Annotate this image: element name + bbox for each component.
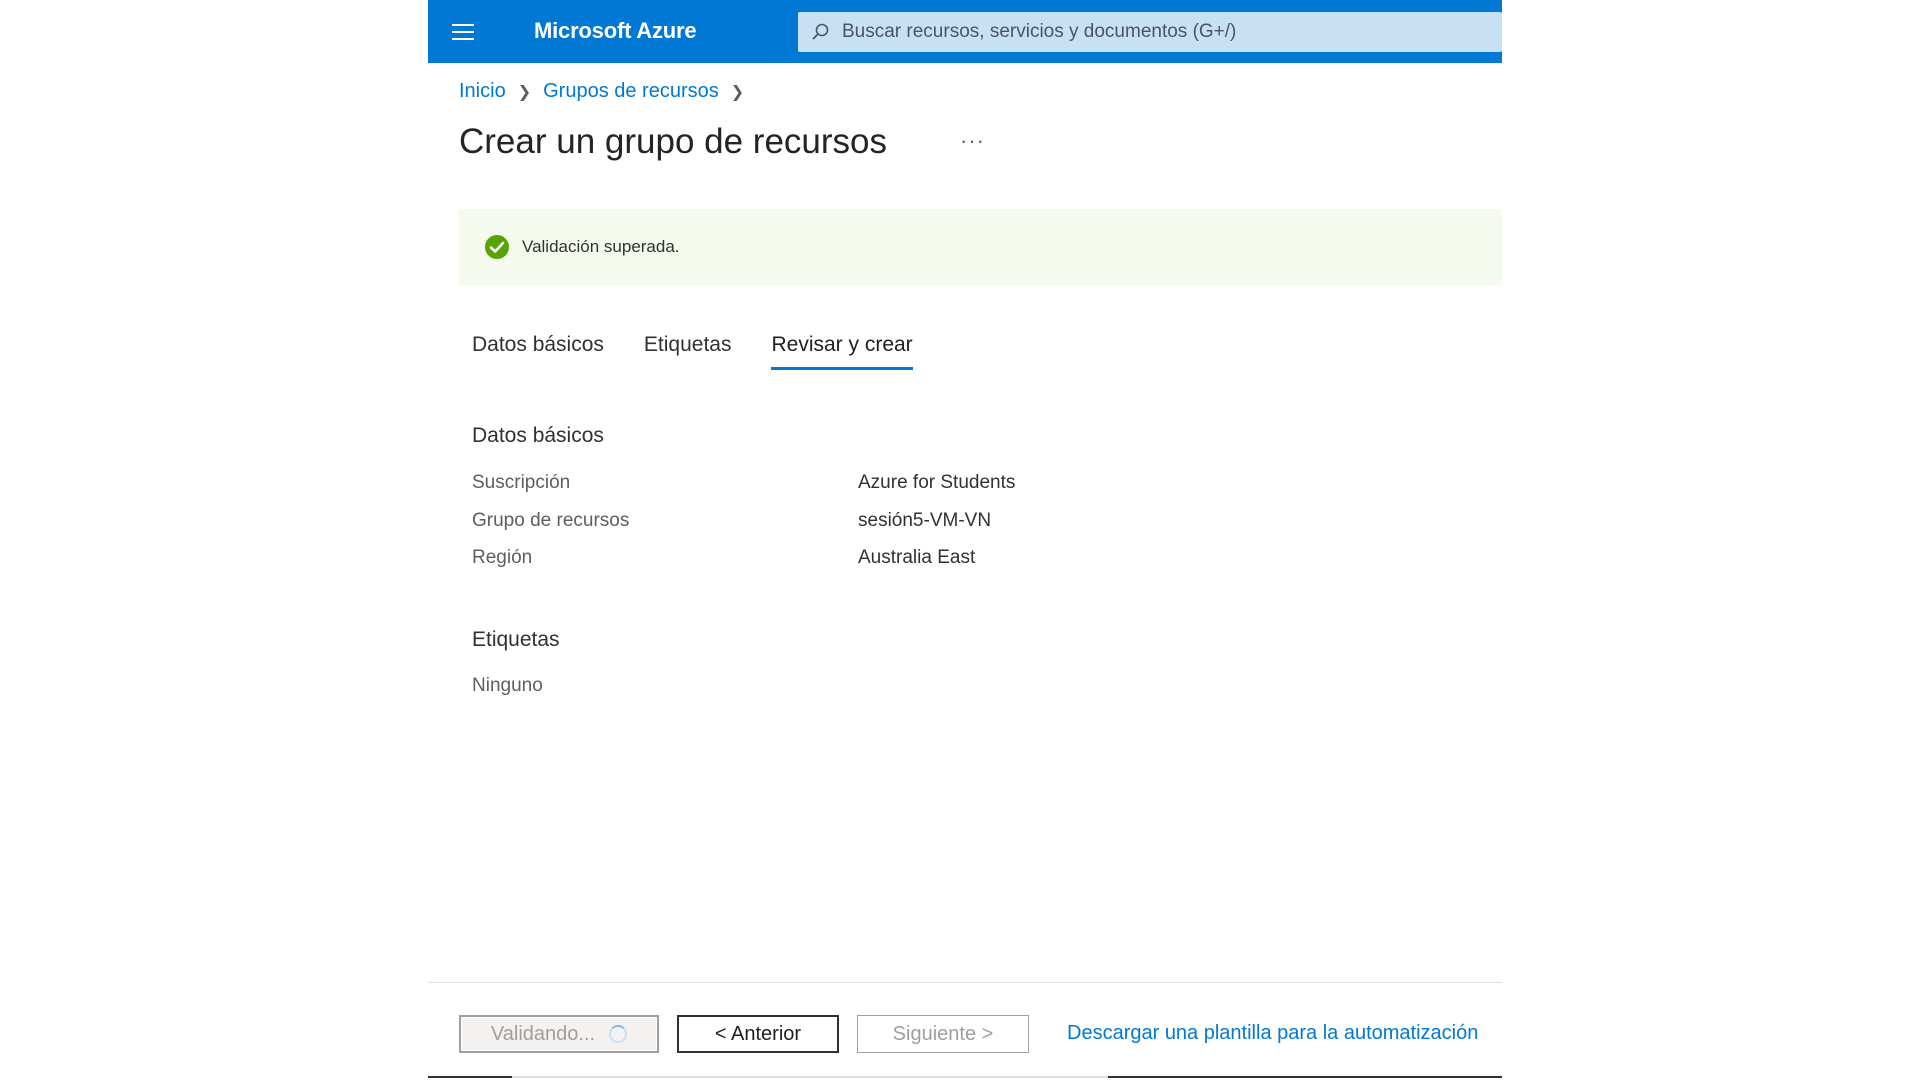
azure-portal-window: Microsoft Azure Inicio ❯ Grupos de recur… — [428, 0, 1502, 1080]
tab-review-create[interactable]: Revisar y crear — [771, 333, 913, 370]
search-icon — [812, 23, 829, 40]
horizontal-scrollbar[interactable] — [428, 1076, 1502, 1080]
basics-section-heading: Datos básicos — [472, 424, 604, 447]
validating-button[interactable]: Validando... — [459, 1015, 659, 1053]
breadcrumb-resource-groups[interactable]: Grupos de recursos — [543, 80, 719, 103]
region-label: Región — [472, 547, 533, 568]
brand-title[interactable]: Microsoft Azure — [534, 18, 697, 44]
breadcrumb-home[interactable]: Inicio — [459, 80, 506, 103]
page-title: Crear un grupo de recursos — [459, 122, 887, 161]
chevron-right-icon: ❯ — [517, 83, 532, 101]
global-search-box[interactable] — [798, 12, 1502, 52]
tags-section-heading: Etiquetas — [472, 628, 560, 651]
next-button[interactable]: Siguiente > — [857, 1015, 1029, 1053]
validation-banner: Validación superada. — [459, 209, 1502, 285]
subscription-value: Azure for Students — [858, 472, 1016, 493]
chevron-right-icon: ❯ — [730, 83, 745, 101]
resource-group-label: Grupo de recursos — [472, 510, 630, 531]
search-input[interactable] — [840, 20, 1484, 44]
previous-button[interactable]: < Anterior — [677, 1015, 839, 1053]
region-value: Australia East — [858, 547, 976, 568]
menu-icon[interactable] — [452, 24, 474, 40]
success-check-icon — [485, 235, 509, 259]
resource-group-value: sesión5-VM-VN — [858, 510, 992, 531]
tab-basics[interactable]: Datos básicos — [472, 333, 604, 370]
tab-tags[interactable]: Etiquetas — [644, 333, 732, 370]
wizard-tabs: Datos básicos Etiquetas Revisar y crear — [472, 333, 953, 370]
loading-spinner-icon — [609, 1025, 628, 1043]
validating-label: Validando... — [490, 1022, 596, 1045]
validation-message: Validación superada. — [522, 237, 680, 256]
footer-divider — [428, 982, 1502, 983]
download-template-link[interactable]: Descargar una plantilla para la automati… — [1067, 1022, 1478, 1045]
breadcrumb: Inicio ❯ Grupos de recursos ❯ — [459, 80, 756, 103]
tags-value: Ninguno — [472, 675, 543, 696]
top-navigation-bar: Microsoft Azure — [428, 0, 1502, 63]
subscription-label: Suscripción — [472, 472, 571, 493]
more-options-icon[interactable]: ··· — [960, 128, 985, 154]
